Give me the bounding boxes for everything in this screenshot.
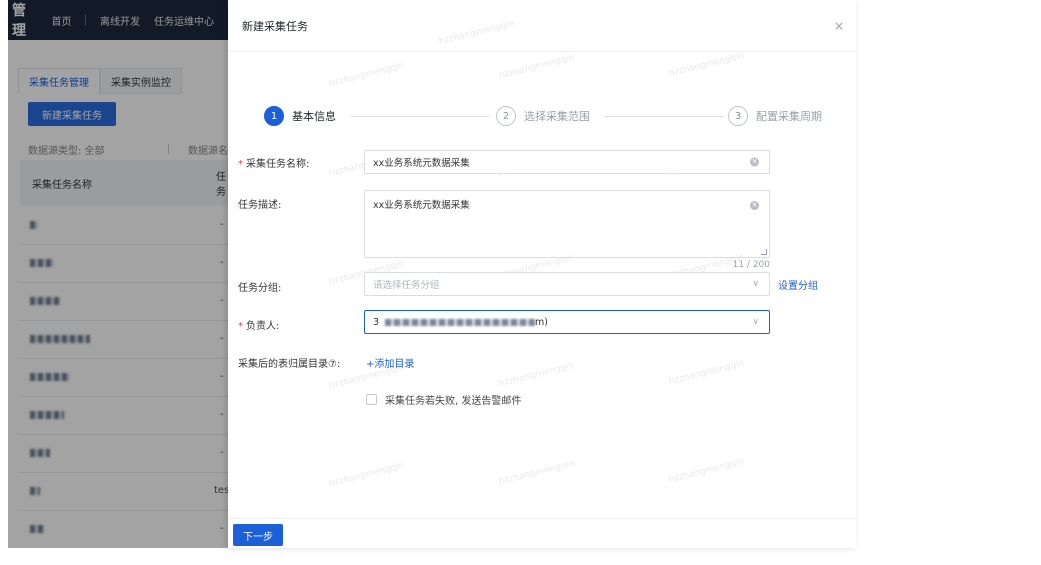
step-collect-cycle: 3 配置采集周期	[728, 104, 822, 128]
step-connector	[604, 116, 724, 117]
owner-select[interactable]: 3 m) ∨	[364, 310, 770, 334]
required-mark: *	[238, 321, 243, 332]
watermark: hzzhangmengqin	[667, 50, 746, 80]
desc-char-counter: 11 / 200	[732, 260, 770, 270]
chevron-down-icon: ∨	[752, 279, 759, 289]
new-collect-task-drawer: 新建采集任务 × hzzhangmengqin hzzhangmengqin h…	[228, 0, 856, 548]
clear-icon[interactable]: ✕	[750, 201, 759, 210]
step-basic-info: 1 基本信息	[264, 104, 336, 128]
masked-text	[385, 318, 536, 326]
chevron-down-icon: ∨	[752, 317, 759, 327]
next-step-button[interactable]: 下一步	[233, 524, 283, 546]
task-desc-value: xx业务系统元数据采集	[373, 200, 470, 211]
watermark: hzzhangmengqin	[497, 360, 576, 390]
add-catalog-link[interactable]: +添加目录	[366, 355, 414, 370]
watermark: hzzhangmengqin	[667, 456, 746, 486]
modal-mask[interactable]	[8, 0, 228, 548]
task-group-placeholder: 请选择任务分组	[373, 280, 440, 291]
owner-value-prefix: 3	[373, 316, 380, 328]
watermark: hzzhangmengqin	[327, 460, 406, 490]
alert-email-option[interactable]: 采集任务若失败, 发送告警邮件	[366, 392, 521, 407]
drawer-header: 新建采集任务 ×	[228, 0, 856, 52]
drawer-footer: 下一步	[228, 518, 856, 548]
task-group-select[interactable]: 请选择任务分组 ∨	[364, 272, 770, 296]
step-label: 选择采集范围	[524, 110, 590, 123]
screen: 管理 首页 离线开发 任务运维中心 采集任务管理 采集实例监控 新建采集任务 数…	[0, 0, 1041, 565]
watermark: hzzhangmengqin	[667, 358, 746, 388]
alert-email-label: 采集任务若失败, 发送告警邮件	[385, 396, 522, 407]
owner-label-text: 负责人:	[246, 321, 280, 332]
watermark: hzzhangmengqin	[497, 458, 576, 488]
task-name-label: * 采集任务名称:	[238, 155, 309, 170]
watermark: hzzhangmengqin	[497, 52, 576, 82]
required-mark: *	[238, 159, 243, 170]
task-name-value: xx业务系统元数据采集	[373, 158, 470, 169]
task-group-label: 任务分组:	[238, 283, 282, 294]
set-group-link[interactable]: 设置分组	[778, 277, 818, 292]
step-label: 基本信息	[292, 110, 336, 123]
clear-icon[interactable]: ✕	[750, 157, 759, 167]
owner-value-suffix: m)	[535, 316, 549, 328]
step-number: 3	[728, 106, 748, 126]
alert-email-checkbox[interactable]	[366, 394, 377, 405]
resize-handle-icon[interactable]	[761, 249, 767, 255]
step-number: 1	[264, 106, 284, 126]
step-collect-scope: 2 选择采集范围	[496, 104, 590, 128]
close-icon[interactable]: ×	[832, 19, 846, 33]
owner-label: * 负责人:	[238, 317, 279, 332]
step-number: 2	[496, 106, 516, 126]
task-desc-textarea[interactable]: xx业务系统元数据采集 ✕	[364, 190, 770, 258]
task-name-label-text: 采集任务名称:	[246, 159, 310, 170]
watermark: hzzhangmengqin	[327, 60, 406, 90]
task-desc-label: 任务描述:	[238, 200, 282, 211]
task-name-input[interactable]: xx业务系统元数据采集 ✕	[364, 150, 770, 174]
step-label: 配置采集周期	[756, 110, 822, 123]
step-connector	[350, 116, 490, 117]
step-indicator: 1 基本信息 2 选择采集范围 3 配置采集周期	[264, 104, 844, 128]
drawer-title: 新建采集任务	[242, 19, 308, 33]
catalog-label: 采集后的表归属目录⑦:	[238, 359, 341, 370]
